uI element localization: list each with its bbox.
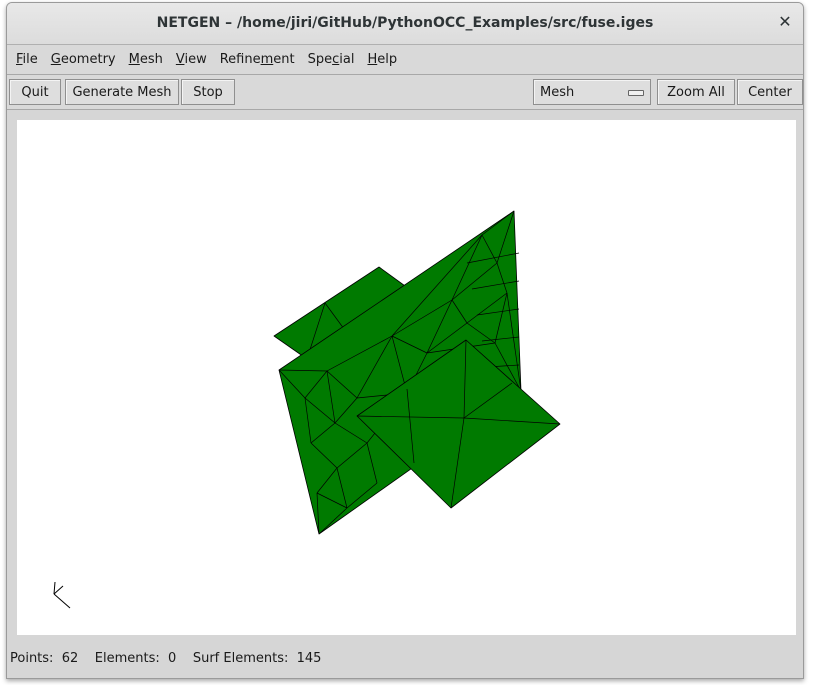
zoom-all-button[interactable]: Zoom All bbox=[657, 79, 735, 105]
mesh-render bbox=[53, 210, 561, 609]
option-menu-indicator-icon bbox=[628, 90, 644, 96]
title-bar[interactable]: NETGEN – /home/jiri/GitHub/PythonOCC_Exa… bbox=[7, 3, 803, 45]
view-select[interactable]: Mesh bbox=[533, 79, 651, 105]
menu-file[interactable]: File bbox=[10, 52, 45, 67]
elements-value: 0 bbox=[168, 651, 177, 666]
surf-elements-label: Surf Elements: bbox=[192, 651, 289, 666]
menu-view[interactable]: View bbox=[170, 52, 214, 67]
netgen-window: NETGEN – /home/jiri/GitHub/PythonOCC_Exa… bbox=[6, 2, 804, 679]
toolbar: Quit Generate Mesh Stop Mesh Zoom All Ce… bbox=[7, 75, 803, 110]
view-select-value: Mesh bbox=[540, 84, 575, 100]
stop-button[interactable]: Stop bbox=[181, 79, 235, 105]
surface-mesh bbox=[273, 210, 561, 535]
menu-bar: File Geometry Mesh View Refinement Speci… bbox=[7, 45, 803, 75]
points-label: Points: bbox=[10, 651, 54, 666]
close-icon[interactable]: ✕ bbox=[775, 12, 795, 32]
elements-label: Elements: bbox=[94, 651, 160, 666]
axis-triad-icon bbox=[53, 581, 71, 609]
menu-refinement[interactable]: Refinement bbox=[214, 52, 302, 67]
menu-help[interactable]: Help bbox=[361, 52, 404, 67]
menu-mesh[interactable]: Mesh bbox=[123, 52, 170, 67]
window-title: NETGEN – /home/jiri/GitHub/PythonOCC_Exa… bbox=[156, 15, 654, 31]
menu-special[interactable]: Special bbox=[302, 52, 362, 67]
center-button[interactable]: Center bbox=[737, 79, 803, 105]
menu-geometry[interactable]: Geometry bbox=[45, 52, 123, 67]
generate-mesh-button[interactable]: Generate Mesh bbox=[65, 79, 179, 105]
quit-button[interactable]: Quit bbox=[9, 79, 61, 105]
points-value: 62 bbox=[61, 651, 79, 666]
surf-elements-value: 145 bbox=[296, 651, 322, 666]
gl-viewport[interactable] bbox=[17, 120, 796, 635]
status-bar: Points: 62 Elements: 0 Surf Elements: 14… bbox=[10, 651, 321, 666]
